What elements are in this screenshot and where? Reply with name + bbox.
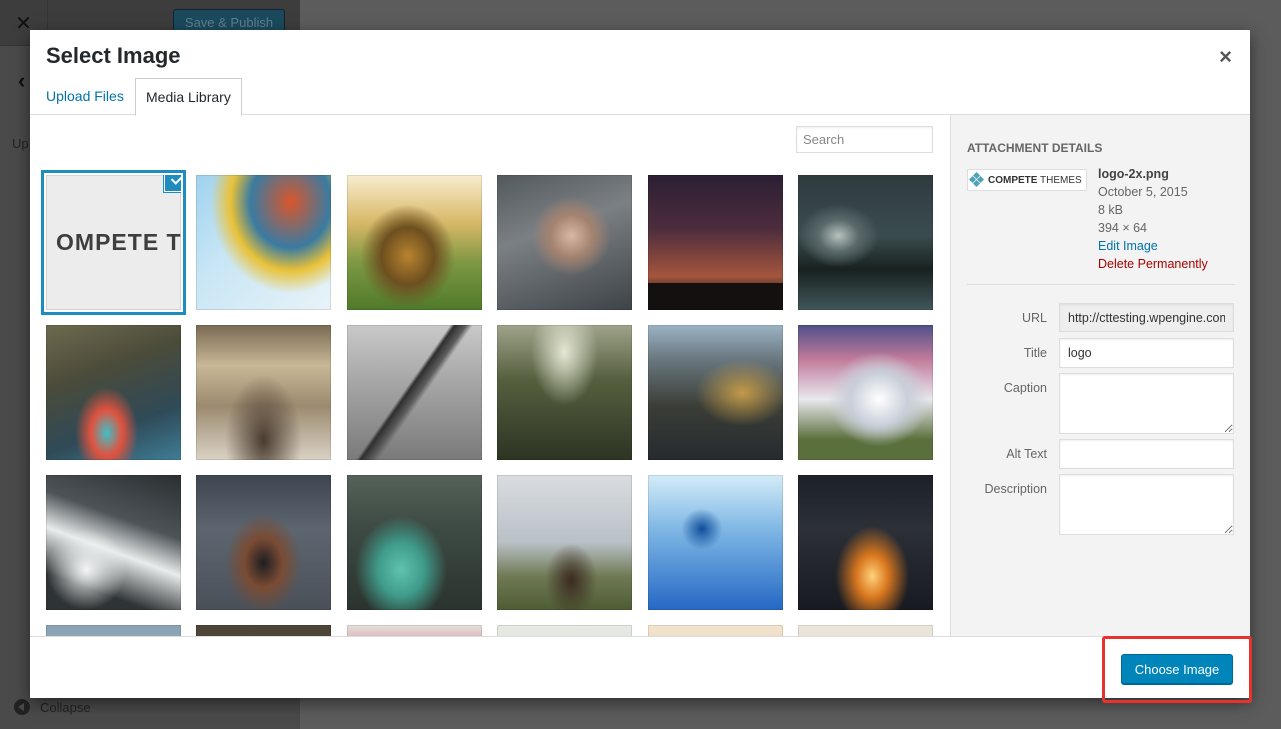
partial-section-label: Up <box>12 136 29 151</box>
attachment-thumbnail[interactable] <box>346 625 482 636</box>
attachment-thumbnail[interactable] <box>647 625 783 636</box>
attachment-thumbnail[interactable] <box>797 175 933 310</box>
attachment-thumbnail[interactable] <box>196 325 332 460</box>
attachment-thumbnail[interactable] <box>46 625 181 636</box>
modal-tabs: Upload Files Media Library <box>30 78 1250 116</box>
collapse-icon <box>14 699 30 715</box>
back-arrow-icon[interactable]: ‹ <box>18 68 25 94</box>
attachment-thumbnail[interactable] <box>346 325 482 460</box>
attachment-filesize: 8 kB <box>1098 203 1124 217</box>
media-library-content: OMPETE TI <box>30 115 950 636</box>
attachment-date: October 5, 2015 <box>1098 185 1188 199</box>
description-label: Description <box>984 482 1047 496</box>
search-input[interactable] <box>796 126 933 153</box>
modal-toolbar: Choose Image <box>30 636 1250 698</box>
modal-close-icon[interactable]: × <box>1219 44 1232 70</box>
preview-logo-text: COMPETE THEMES <box>988 174 1082 186</box>
attachment-thumbnail[interactable] <box>647 175 783 310</box>
attachment-thumbnail[interactable] <box>46 475 181 610</box>
attachment-thumbnail[interactable] <box>497 325 633 460</box>
attachment-thumbnail[interactable] <box>346 475 482 610</box>
attachment-thumbnail[interactable] <box>797 325 933 460</box>
collapse-label: Collapse <box>40 699 91 715</box>
attachment-details-sidebar: Attachment Details COMPETE THEMES logo-2… <box>950 115 1250 636</box>
attachment-thumbnail[interactable] <box>797 625 933 636</box>
attachment-thumbnail[interactable] <box>647 475 783 610</box>
attachment-thumbnail[interactable] <box>497 175 633 310</box>
attachment-preview: COMPETE THEMES <box>967 169 1087 191</box>
attachments-grid: OMPETE TI <box>41 170 933 636</box>
attachment-thumbnail[interactable] <box>46 325 181 460</box>
caption-label: Caption <box>1003 381 1047 395</box>
attachment-details-heading: Attachment Details <box>967 141 1103 155</box>
attachment-thumbnail[interactable] <box>497 625 633 636</box>
attachment-thumbnail[interactable] <box>497 475 633 610</box>
logo-thumbnail-text: OMPETE TI <box>56 229 181 255</box>
description-field[interactable] <box>1059 474 1234 535</box>
url-label: URL <box>1021 311 1047 325</box>
title-label: Title <box>1023 346 1047 360</box>
details-divider <box>967 284 1235 285</box>
attachment-thumbnail[interactable] <box>346 175 482 310</box>
choose-image-button[interactable]: Choose Image <box>1121 654 1233 684</box>
tab-media-library[interactable]: Media Library <box>135 78 242 116</box>
attachment-thumbnail[interactable] <box>196 475 332 610</box>
attachment-filename: logo-2x.png <box>1098 167 1169 181</box>
checkmark-icon[interactable] <box>165 175 181 191</box>
attachment-thumbnail[interactable] <box>797 475 933 610</box>
attachment-info: logo-2x.png October 5, 2015 8 kB 394 × 6… <box>1098 165 1208 273</box>
alt-text-label: Alt Text <box>1006 447 1047 461</box>
title-field[interactable] <box>1059 338 1234 368</box>
tab-upload-files[interactable]: Upload Files <box>36 78 134 115</box>
edit-image-link[interactable]: Edit Image <box>1098 237 1208 255</box>
caption-field[interactable] <box>1059 373 1234 434</box>
attachment-thumbnail[interactable]: OMPETE TI <box>41 170 186 315</box>
modal-title: Select Image <box>46 43 181 68</box>
collapse-control[interactable]: Collapse <box>14 699 91 715</box>
url-field[interactable] <box>1059 303 1234 332</box>
attachment-thumbnail[interactable] <box>196 175 332 310</box>
media-modal: Select Image × Upload Files Media Librar… <box>30 30 1250 698</box>
alt-text-field[interactable] <box>1059 439 1234 469</box>
delete-permanently-link[interactable]: Delete Permanently <box>1098 255 1208 273</box>
attachment-thumbnail[interactable] <box>647 325 783 460</box>
compete-logo-icon <box>968 171 985 188</box>
attachment-thumbnail[interactable] <box>196 625 332 636</box>
attachment-dimensions: 394 × 64 <box>1098 221 1148 235</box>
